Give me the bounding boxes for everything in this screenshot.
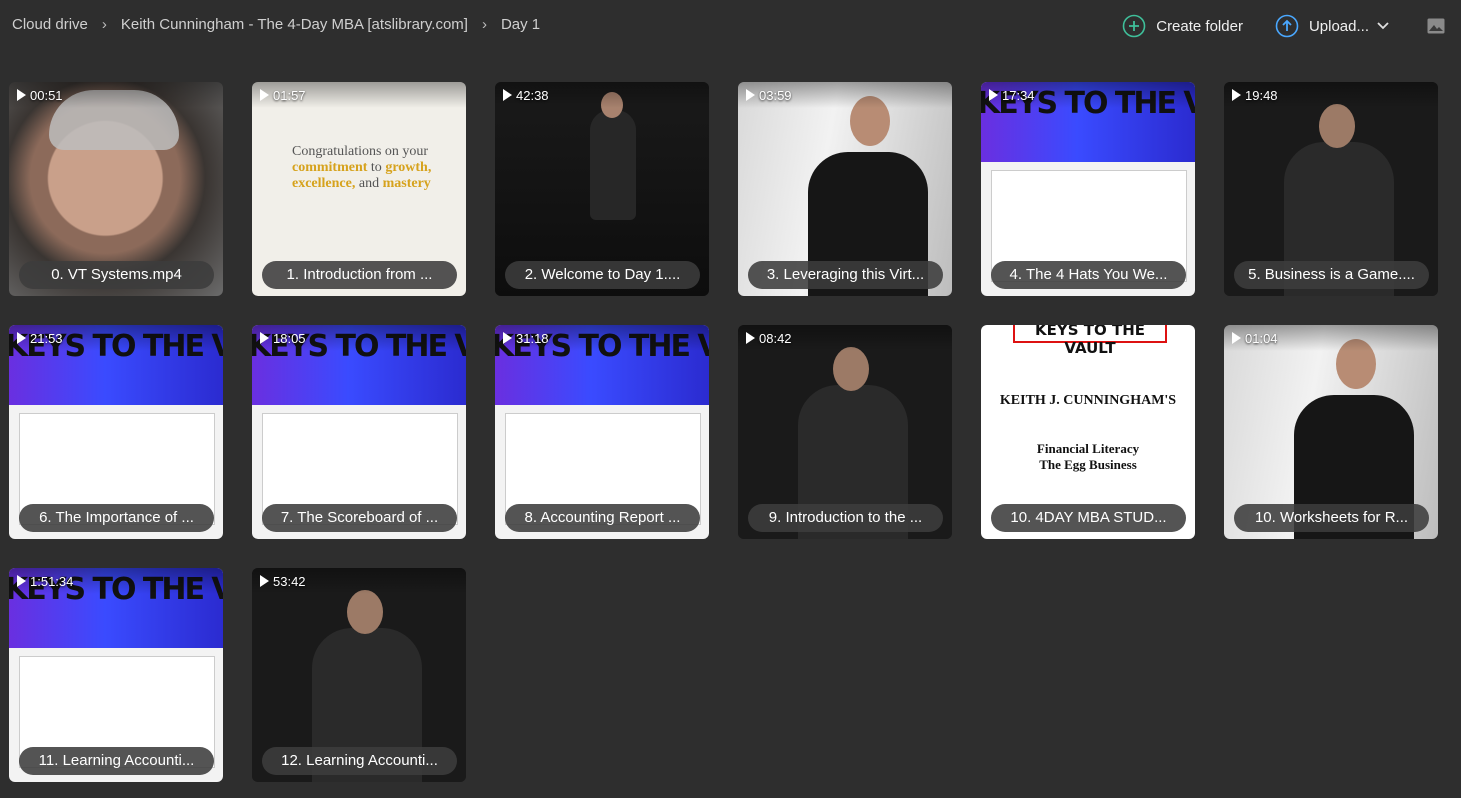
duration-text: 31:18: [516, 330, 549, 346]
video-duration: 17:34: [981, 82, 1195, 108]
file-tile[interactable]: 00:51 0. VT Systems.mp4: [9, 82, 223, 296]
thumbnail-doc-title: KEITH J. CUNNINGHAM'S: [999, 393, 1177, 408]
play-icon: [503, 89, 512, 101]
file-tile[interactable]: Congratulations on your commitment to gro…: [252, 82, 466, 296]
file-tile[interactable]: KEYS TO THE VAULT KEITH J. CUNNINGHAM'S Fi…: [981, 325, 1195, 539]
toolbar-actions: Create folder Upload...: [1122, 12, 1461, 40]
duration-text: 00:51: [30, 87, 63, 103]
duration-text: 21:53: [30, 330, 63, 346]
duration-text: 01:04: [1245, 330, 1278, 346]
file-tile[interactable]: 19:48 5. Business is a Game....: [1224, 82, 1438, 296]
thumbnail-doc-header: KEYS TO THE VAULT: [1013, 325, 1167, 357]
play-icon: [1232, 332, 1241, 344]
file-name-label: 5. Business is a Game....: [1234, 261, 1429, 289]
file-tile[interactable]: KEYS TO THE VAULT18:057. The Scoreboard …: [252, 325, 466, 539]
video-duration: 19:48: [1224, 82, 1438, 108]
play-icon: [503, 332, 512, 344]
file-name-label: 2. Welcome to Day 1....: [505, 261, 700, 289]
thumbnail-figure-head: [347, 590, 383, 634]
create-folder-label: Create folder: [1156, 17, 1243, 35]
file-tile[interactable]: KEYS TO THE VAULT17:344. The 4 Hats You …: [981, 82, 1195, 296]
file-tile[interactable]: KEYS TO THE VAULT1:51:3411. Learning Acc…: [9, 568, 223, 782]
file-tile[interactable]: 53:42 12. Learning Accounti...: [252, 568, 466, 782]
create-folder-button[interactable]: Create folder: [1122, 14, 1243, 38]
file-name-label: 9. Introduction to the ...: [748, 504, 943, 532]
top-bar: Cloud drive › Keith Cunningham - The 4-D…: [0, 0, 1461, 52]
play-icon: [746, 332, 755, 344]
play-icon: [1232, 89, 1241, 101]
thumbnail-figure-head: [833, 347, 869, 391]
breadcrumb-cloud-drive[interactable]: Cloud drive: [12, 16, 88, 33]
thumbnail-view-image-icon[interactable]: [1427, 18, 1445, 34]
duration-text: 1:51:34: [30, 573, 74, 589]
video-duration: 08:42: [738, 325, 952, 351]
play-icon: [260, 332, 269, 344]
video-duration: 00:51: [9, 82, 223, 108]
file-name-label: 4. The 4 Hats You We...: [991, 261, 1186, 289]
duration-text: 01:57: [273, 87, 306, 103]
play-icon: [260, 575, 269, 587]
video-duration: 21:53: [9, 325, 223, 351]
plus-circle-icon: [1122, 14, 1146, 38]
file-tile[interactable]: 08:42 9. Introduction to the ...: [738, 325, 952, 539]
video-duration: 42:38: [495, 82, 709, 108]
upload-label: Upload...: [1308, 17, 1369, 35]
upload-circle-icon: [1275, 14, 1299, 38]
chevron-right-icon: ›: [101, 16, 107, 33]
play-icon: [17, 332, 26, 344]
file-name-label: 6. The Importance of ...: [19, 504, 214, 532]
play-icon: [260, 89, 269, 101]
video-duration: 31:18: [495, 325, 709, 351]
file-name-label: 11. Learning Accounti...: [19, 747, 214, 775]
duration-text: 53:42: [273, 573, 306, 589]
breadcrumb-current-folder[interactable]: Day 1: [501, 16, 540, 33]
upload-options-chevron-down-icon[interactable]: [1377, 22, 1389, 30]
duration-text: 03:59: [759, 87, 792, 103]
file-name-label: 7. The Scoreboard of ...: [262, 504, 457, 532]
duration-text: 42:38: [516, 87, 549, 103]
video-duration: 53:42: [252, 568, 466, 594]
breadcrumb: Cloud drive › Keith Cunningham - The 4-D…: [12, 16, 540, 33]
file-tile[interactable]: 42:38 2. Welcome to Day 1....: [495, 82, 709, 296]
file-tile[interactable]: KEYS TO THE VAULT31:188. Accounting Repo…: [495, 325, 709, 539]
file-name-label: 10. 4DAY MBA STUD...: [991, 504, 1186, 532]
duration-text: 18:05: [273, 330, 306, 346]
thumbnail-figure: [590, 110, 636, 220]
upload-button[interactable]: Upload...: [1275, 14, 1369, 38]
file-name-label: 1. Introduction from ...: [262, 261, 457, 289]
breadcrumb-course-folder[interactable]: Keith Cunningham - The 4-Day MBA [atslib…: [121, 16, 468, 33]
duration-text: 19:48: [1245, 87, 1278, 103]
play-icon: [17, 575, 26, 587]
file-name-label: 0. VT Systems.mp4: [19, 261, 214, 289]
play-icon: [989, 89, 998, 101]
play-icon: [746, 89, 755, 101]
chevron-right-icon: ›: [481, 16, 487, 33]
play-icon: [17, 89, 26, 101]
duration-text: 08:42: [759, 330, 792, 346]
video-duration: 03:59: [738, 82, 952, 108]
video-duration: 18:05: [252, 325, 466, 351]
thumbnail-figure-head: [1319, 104, 1355, 148]
duration-text: 17:34: [1002, 87, 1035, 103]
video-duration: 01:57: [252, 82, 466, 108]
file-tile[interactable]: 01:04 10. Worksheets for R...: [1224, 325, 1438, 539]
video-duration: 01:04: [1224, 325, 1438, 351]
thumbnail-doc-subtitle: Financial Literacy The Egg Business: [1036, 441, 1140, 472]
thumbnail-caption: Congratulations on your commitment to gro…: [292, 144, 432, 191]
file-name-label: 10. Worksheets for R...: [1234, 504, 1429, 532]
file-name-label: 8. Accounting Report ...: [505, 504, 700, 532]
file-tile[interactable]: KEYS TO THE VAULT21:536. The Importance …: [9, 325, 223, 539]
video-duration: 1:51:34: [9, 568, 223, 594]
file-name-label: 12. Learning Accounti...: [262, 747, 457, 775]
file-tile[interactable]: 03:59 3. Leveraging this Virt...: [738, 82, 952, 296]
file-name-label: 3. Leveraging this Virt...: [748, 261, 943, 289]
